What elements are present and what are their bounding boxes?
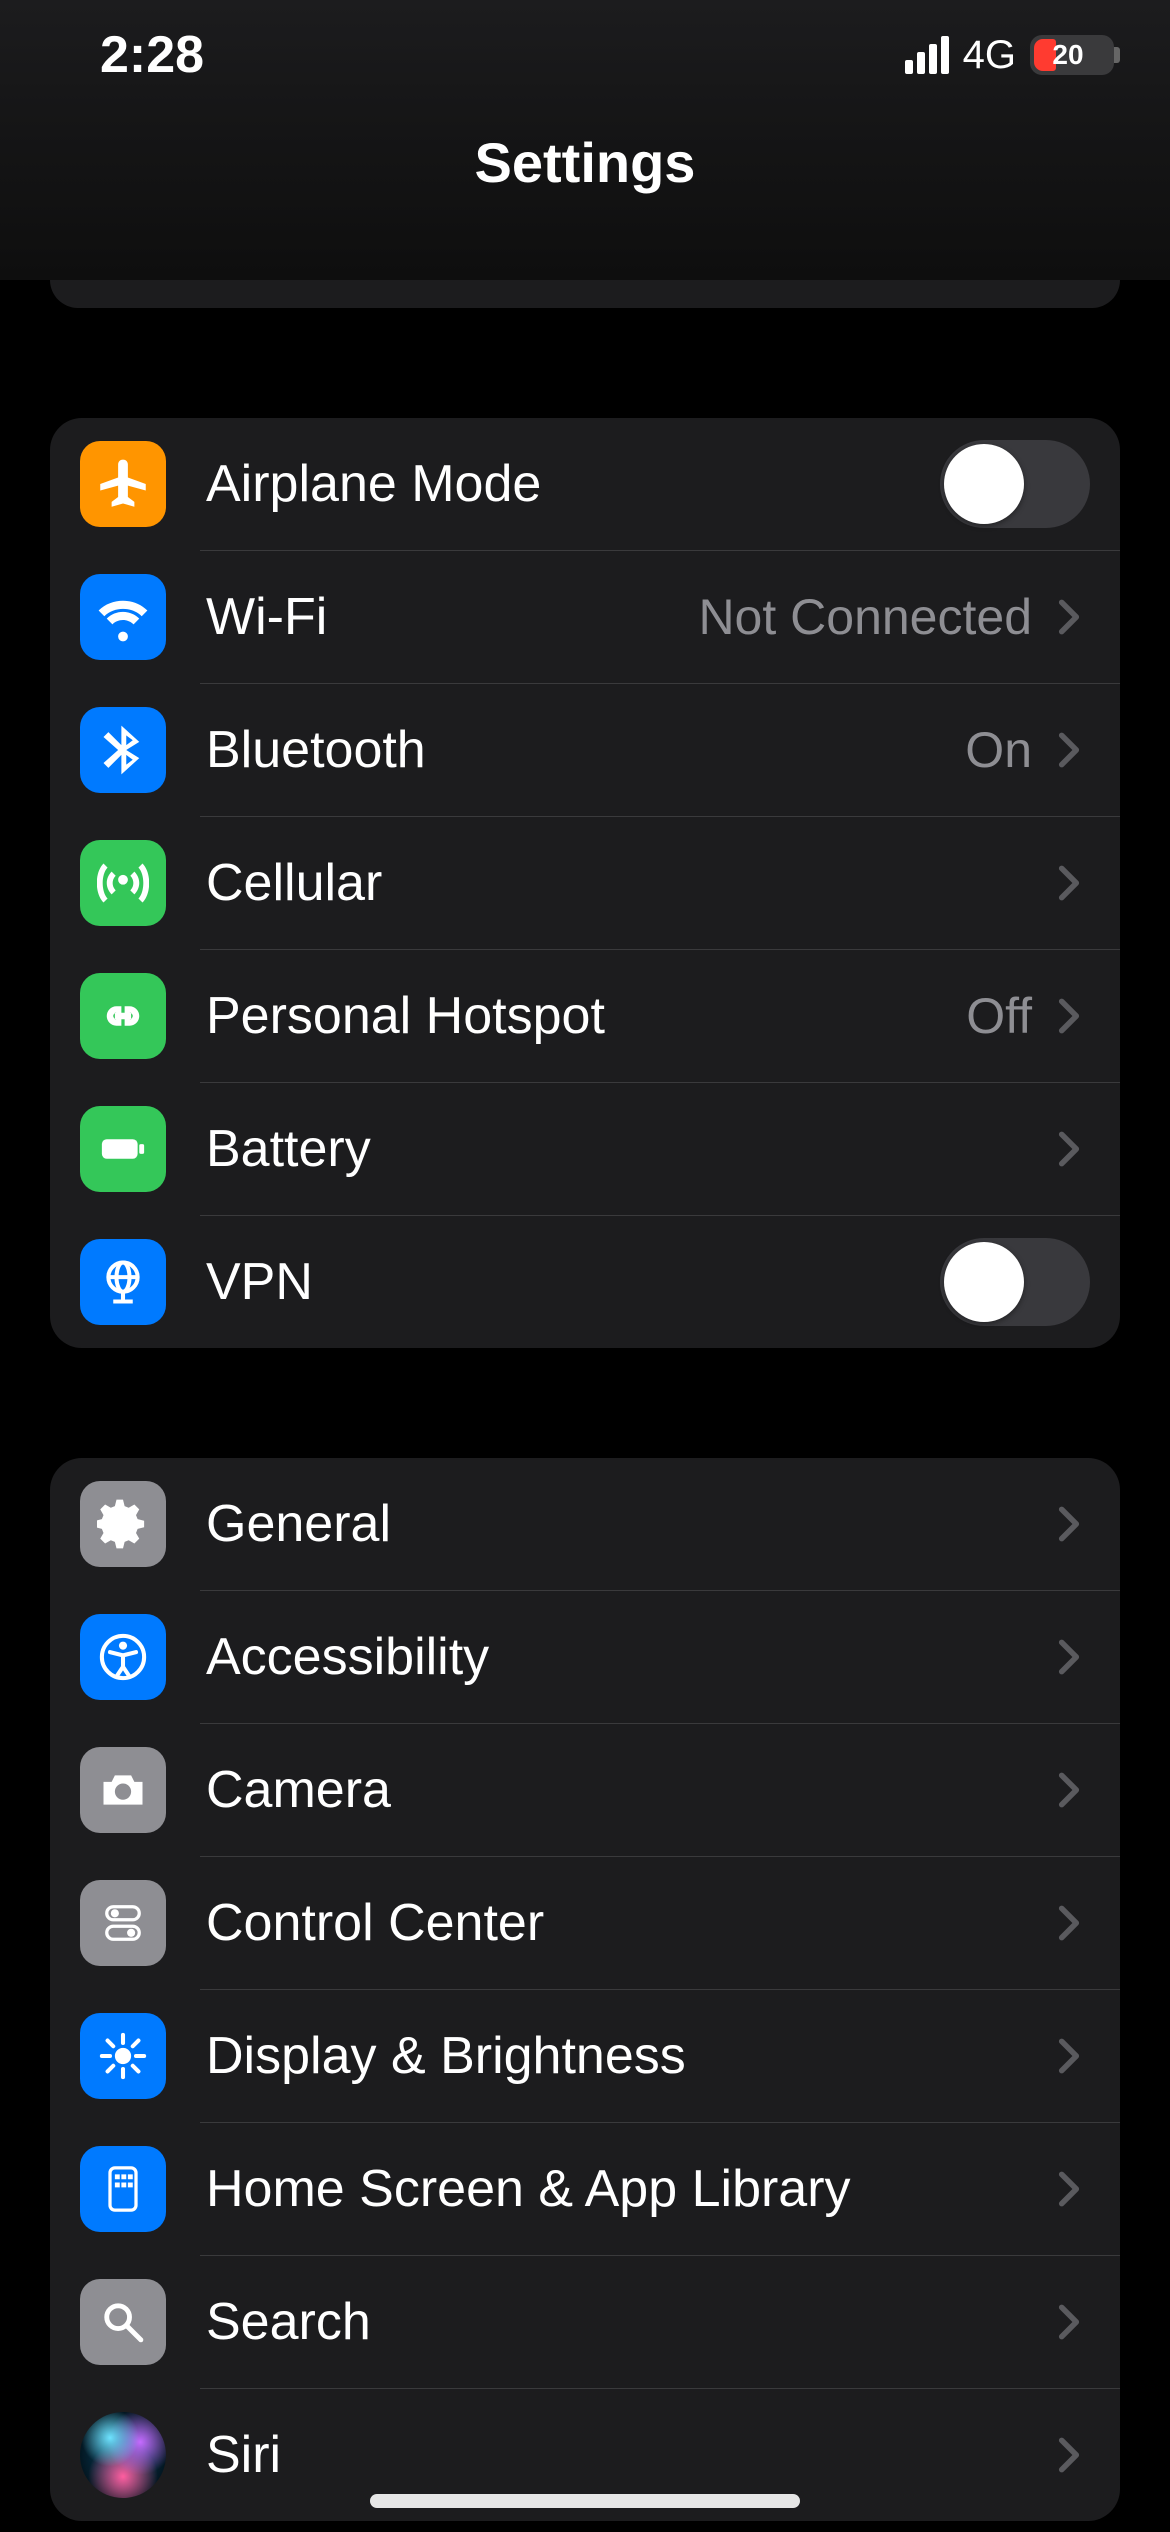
camera-icon (80, 1747, 166, 1833)
row-label: Cellular (166, 853, 1048, 913)
row-airplane-mode[interactable]: Airplane Mode (50, 418, 1120, 550)
row-label: General (166, 1494, 1048, 1554)
chevron-right-icon (1048, 729, 1090, 771)
chevron-right-icon (1048, 2035, 1090, 2077)
row-detail: Not Connected (698, 588, 1048, 646)
settings-group-connectivity: Airplane Mode Wi-Fi Not Connected Blueto… (50, 418, 1120, 1348)
chevron-right-icon (1048, 995, 1090, 1037)
row-battery[interactable]: Battery (50, 1083, 1120, 1215)
row-display-brightness[interactable]: Display & Brightness (50, 1990, 1120, 2122)
chevron-right-icon (1048, 1503, 1090, 1545)
row-control-center[interactable]: Control Center (50, 1857, 1120, 1989)
vpn-toggle[interactable] (940, 1238, 1090, 1326)
row-label: VPN (166, 1252, 940, 1312)
status-right: 4G 20 (905, 33, 1120, 78)
battery-full-icon (80, 1106, 166, 1192)
wifi-icon (80, 574, 166, 660)
row-vpn[interactable]: VPN (50, 1216, 1120, 1348)
row-cellular[interactable]: Cellular (50, 817, 1120, 949)
battery-nub (1114, 47, 1120, 63)
chevron-right-icon (1048, 1636, 1090, 1678)
nav-header: Settings (0, 110, 1170, 280)
search-magnifier-icon (80, 2279, 166, 2365)
battery-percent: 20 (1034, 39, 1110, 71)
gear-icon (80, 1481, 166, 1567)
home-screen-icon (80, 2146, 166, 2232)
row-label: Wi-Fi (166, 587, 698, 647)
hotspot-link-icon (80, 973, 166, 1059)
row-label: Search (166, 2292, 1048, 2352)
row-label: Personal Hotspot (166, 986, 966, 1046)
status-bar: 2:28 4G 20 (0, 0, 1170, 110)
network-type: 4G (963, 33, 1016, 78)
row-home-screen[interactable]: Home Screen & App Library (50, 2123, 1120, 2255)
row-search[interactable]: Search (50, 2256, 1120, 2388)
page-title: Settings (475, 130, 696, 195)
status-time: 2:28 (100, 25, 204, 85)
chevron-right-icon (1048, 2168, 1090, 2210)
chevron-right-icon (1048, 2301, 1090, 2343)
settings-group-system: General Accessibility Camera Control Cen… (50, 1458, 1120, 2521)
airplane-icon (80, 441, 166, 527)
brightness-sun-icon (80, 2013, 166, 2099)
accessibility-icon (80, 1614, 166, 1700)
airplane-toggle[interactable] (940, 440, 1090, 528)
battery-icon: 20 (1030, 35, 1114, 75)
row-label: Battery (166, 1119, 1048, 1179)
chevron-right-icon (1048, 1128, 1090, 1170)
row-label: Bluetooth (166, 720, 965, 780)
chevron-right-icon (1048, 596, 1090, 638)
row-label: Camera (166, 1760, 1048, 1820)
row-label: Airplane Mode (166, 454, 940, 514)
row-general[interactable]: General (50, 1458, 1120, 1590)
chevron-right-icon (1048, 1769, 1090, 1811)
vpn-globe-icon (80, 1239, 166, 1325)
row-bluetooth[interactable]: Bluetooth On (50, 684, 1120, 816)
row-label: Home Screen & App Library (166, 2159, 1048, 2219)
row-label: Siri (166, 2425, 1048, 2485)
previous-group-edge (50, 280, 1120, 308)
row-label: Accessibility (166, 1627, 1048, 1687)
chevron-right-icon (1048, 1902, 1090, 1944)
row-label: Control Center (166, 1893, 1048, 1953)
chevron-right-icon (1048, 2434, 1090, 2476)
row-camera[interactable]: Camera (50, 1724, 1120, 1856)
control-center-icon (80, 1880, 166, 1966)
bluetooth-icon (80, 707, 166, 793)
chevron-right-icon (1048, 862, 1090, 904)
cellular-antenna-icon (80, 840, 166, 926)
home-indicator[interactable] (370, 2494, 800, 2508)
row-accessibility[interactable]: Accessibility (50, 1591, 1120, 1723)
row-label: Display & Brightness (166, 2026, 1048, 2086)
cellular-signal-icon (905, 36, 949, 74)
row-wifi[interactable]: Wi-Fi Not Connected (50, 551, 1120, 683)
siri-orb-icon (80, 2412, 166, 2498)
row-personal-hotspot[interactable]: Personal Hotspot Off (50, 950, 1120, 1082)
row-detail: On (965, 721, 1048, 779)
row-detail: Off (966, 987, 1048, 1045)
